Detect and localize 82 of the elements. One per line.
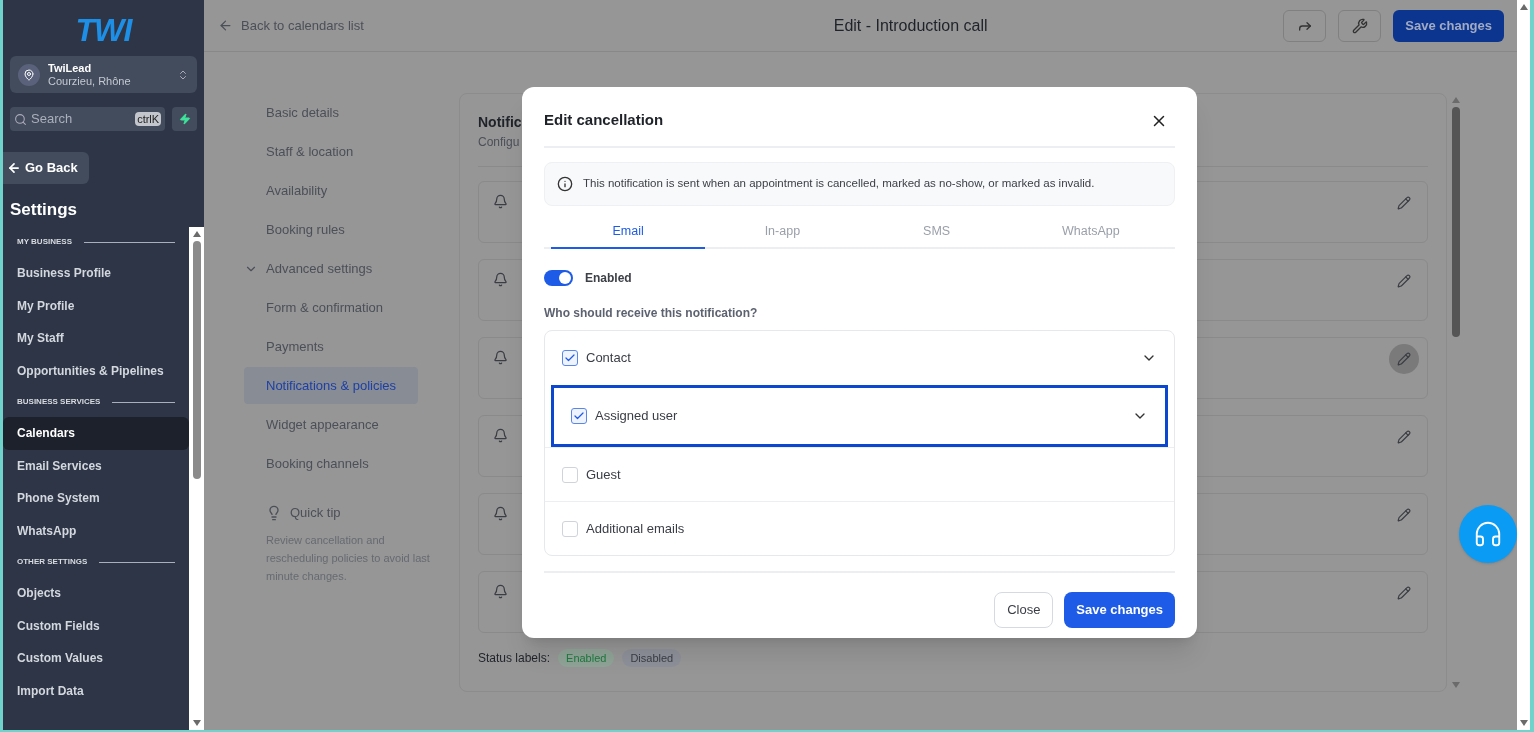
edit-button[interactable] xyxy=(1389,344,1419,374)
shortcut-hint: ctrlK xyxy=(135,112,162,126)
pencil-icon xyxy=(1397,508,1411,522)
scrollbar-thumb[interactable] xyxy=(192,241,201,479)
enabled-toggle[interactable] xyxy=(544,270,573,286)
close-button[interactable]: Close xyxy=(994,592,1054,628)
sidebar-item[interactable]: WhatsApp xyxy=(3,514,189,547)
scrollbar-thumb[interactable] xyxy=(1452,107,1460,337)
section-title: BUSINESS SERVICES xyxy=(17,396,101,408)
headset-icon xyxy=(1473,519,1503,549)
recipient-label: Guest xyxy=(586,465,621,484)
toggle-label: Enabled xyxy=(585,270,632,287)
scroll-down-icon[interactable] xyxy=(192,720,201,726)
settings-heading: Settings xyxy=(10,199,79,221)
bell-icon xyxy=(493,506,508,521)
sidebar-item[interactable]: Objects xyxy=(3,577,189,610)
checkbox[interactable] xyxy=(571,408,587,424)
bell-icon xyxy=(493,428,508,443)
bell-icon xyxy=(493,584,508,599)
pencil-icon xyxy=(1397,274,1411,288)
switch-icon xyxy=(177,68,189,81)
info-text: This notification is sent when an appointment is cancelled, marked as no-show, or marked as invalid. xyxy=(583,176,1095,192)
tools-button[interactable] xyxy=(1338,9,1382,42)
tip-title: Quick tip xyxy=(290,504,341,522)
search-input[interactable]: Search xyxy=(31,109,121,129)
recipient-row[interactable]: Contact xyxy=(545,331,1174,385)
check-icon xyxy=(564,352,576,364)
check-icon xyxy=(573,410,585,422)
recipient-row[interactable]: Additional emails xyxy=(545,501,1174,555)
status-badge: Enabled xyxy=(558,649,615,667)
section-title: OTHER SETTINGS xyxy=(17,556,88,568)
sidebar-item[interactable]: Custom Fields xyxy=(3,609,189,642)
channel-tab[interactable]: Email xyxy=(551,215,706,249)
sidebar-item[interactable]: Opportunities & Pipelines xyxy=(3,354,189,387)
account-switcher[interactable]: TwiLead Courzieu, Rhône xyxy=(10,56,197,93)
recipient-row[interactable]: Guest xyxy=(545,447,1174,501)
sidebar-item[interactable]: My Profile xyxy=(3,289,189,322)
lightbulb-icon xyxy=(266,504,282,521)
section-title: MY BUSINESS xyxy=(17,236,72,248)
status-labels-label: Status labels: xyxy=(478,650,551,667)
quick-action-button[interactable] xyxy=(172,107,197,131)
bell-icon xyxy=(493,350,508,365)
sidebar-item[interactable]: Business Profile xyxy=(3,257,189,290)
save-changes-button[interactable]: Save changes xyxy=(1393,9,1504,42)
recipient-label: Assigned user xyxy=(595,407,678,426)
recipient-label: Contact xyxy=(586,349,631,368)
panel-subtitle: Configu xyxy=(478,134,520,151)
bell-icon xyxy=(493,194,508,209)
bell-icon xyxy=(493,272,508,287)
search-field[interactable]: Search ctrlK xyxy=(10,107,166,131)
logo: TWI xyxy=(75,11,132,50)
scroll-up-icon[interactable] xyxy=(192,231,201,237)
recipient-row[interactable]: Assigned user xyxy=(551,385,1168,447)
pencil-icon xyxy=(1397,586,1411,600)
save-changes-button[interactable]: Save changes xyxy=(1064,592,1175,628)
pencil-icon xyxy=(1397,196,1411,210)
search-icon xyxy=(14,112,27,126)
recipient-label: Additional emails xyxy=(586,519,685,538)
location-icon xyxy=(18,63,40,86)
account-location: Courzieu, Rhône xyxy=(48,74,132,88)
pencil-icon xyxy=(1397,352,1411,366)
scroll-up-icon[interactable] xyxy=(1519,4,1528,10)
sidebar-item[interactable]: Import Data xyxy=(3,674,189,707)
sidebar-item[interactable]: Custom Values xyxy=(3,642,189,675)
pencil-icon xyxy=(1397,430,1411,444)
account-name: TwiLead xyxy=(48,61,93,75)
wrench-icon xyxy=(1351,17,1368,34)
sidebar-item[interactable]: Email Services xyxy=(3,449,189,482)
page-title: Edit - Introduction call xyxy=(833,15,988,36)
scroll-down-icon[interactable] xyxy=(1519,720,1528,726)
sidebar-item[interactable]: Calendars xyxy=(3,417,189,450)
sidebar-item[interactable]: Phone System xyxy=(3,482,189,515)
info-icon xyxy=(557,176,573,192)
lightning-icon xyxy=(178,113,191,125)
checkbox[interactable] xyxy=(562,350,578,366)
share-button[interactable] xyxy=(1283,9,1327,42)
sidebar-item[interactable]: My Staff xyxy=(3,322,189,355)
status-badge: Disabled xyxy=(622,649,682,667)
dialog-title: Edit cancellation xyxy=(544,110,664,131)
panel-title: Notific xyxy=(478,113,522,132)
go-back-button[interactable]: Go Back xyxy=(3,152,89,184)
recipients-question: Who should receive this notification? xyxy=(544,305,759,322)
